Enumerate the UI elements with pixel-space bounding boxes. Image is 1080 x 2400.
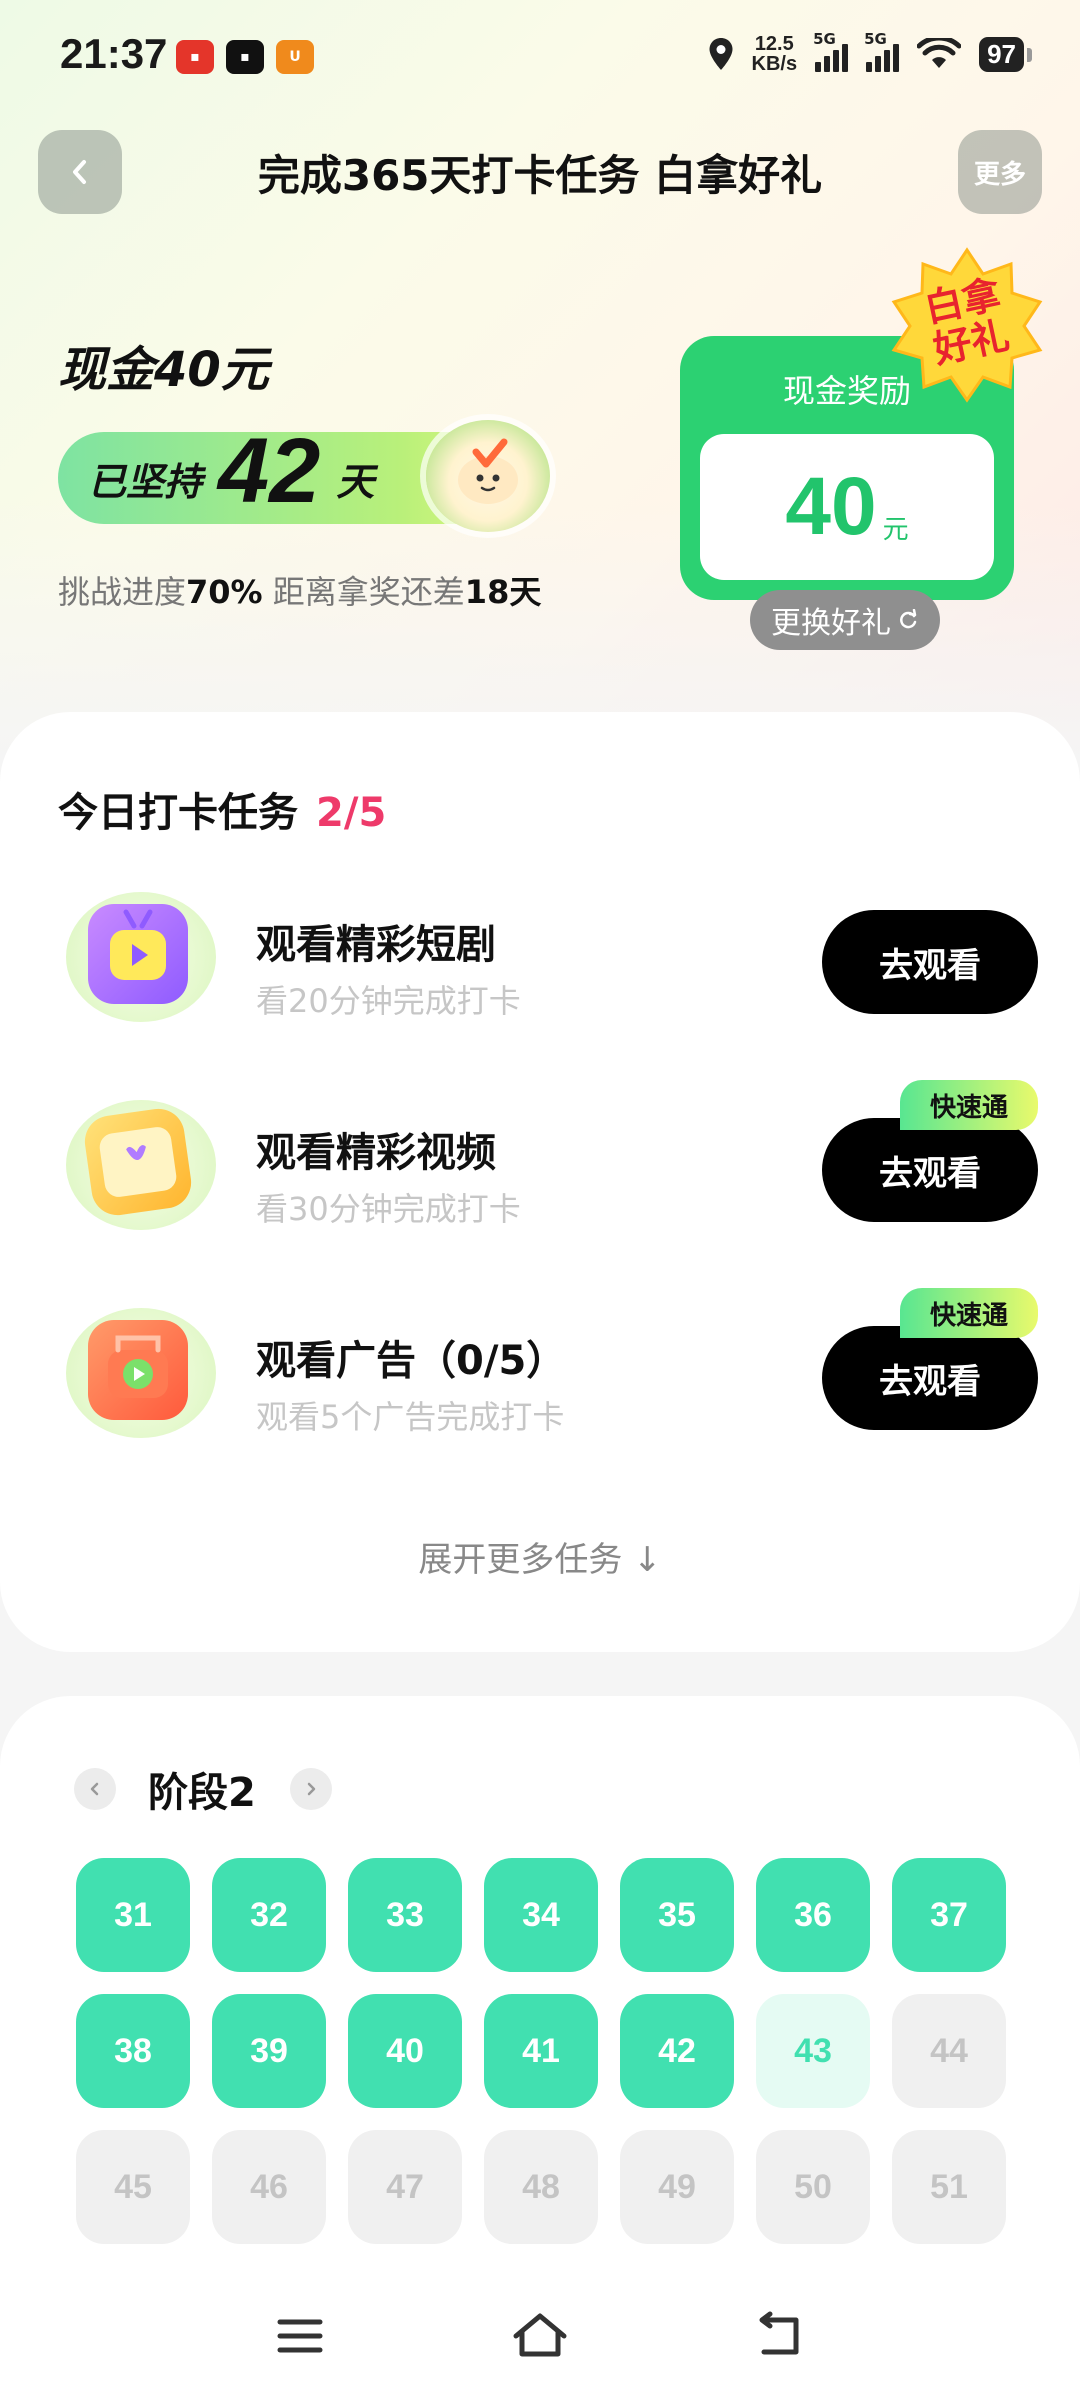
tasks-header: 今日打卡任务 2/5	[58, 780, 386, 838]
fast-pass-tag: 快速通	[900, 1288, 1038, 1338]
task-title: 观看精彩短剧	[256, 922, 496, 968]
signal-label: 5G	[864, 30, 887, 48]
cash-prize-title: 现金40元	[58, 342, 269, 398]
day-cell-future[interactable]: 51	[892, 2130, 1006, 2244]
expand-more-tasks[interactable]: 展开更多任务 ↓	[0, 1532, 1080, 1581]
fast-pass-tag: 快速通	[900, 1080, 1038, 1130]
network-speed-value: 12.5	[754, 33, 794, 55]
swap-gift-button[interactable]: 更换好礼	[750, 590, 940, 650]
task-row: 观看精彩短剧 看20分钟完成打卡 去观看	[0, 872, 1080, 1052]
task-subtitle: 看30分钟完成打卡	[256, 1190, 521, 1228]
stage-next-button[interactable]	[289, 1768, 332, 1810]
network-speed: 12.5 KB/s	[752, 34, 798, 74]
day-cell-done[interactable]: 33	[348, 1858, 462, 1972]
swap-gift-label: 更换好礼	[771, 606, 891, 641]
app-notification-icon: ▪	[226, 40, 264, 74]
stage-header: 阶段2	[74, 1760, 332, 1818]
day-cell-done[interactable]: 38	[76, 1994, 190, 2108]
day-cell-done[interactable]: 40	[348, 1994, 462, 2108]
progress-prefix: 挑战进度	[58, 573, 187, 611]
day-cell-future[interactable]: 45	[76, 2130, 190, 2244]
day-cell-future[interactable]: 50	[756, 2130, 870, 2244]
signal-label: 5G	[813, 30, 836, 48]
app-notification-icon: U	[276, 40, 314, 74]
more-button[interactable]: 更多	[958, 130, 1042, 214]
status-notification-apps: ▪ ▪ U	[176, 40, 314, 74]
day-cell-done[interactable]: 37	[892, 1858, 1006, 1972]
progress-mid: 距离拿奖还差	[262, 573, 465, 611]
stage-calendar-card: 阶段2 31 32 33 34 35 36 37 38 39 40 41 42 43 44 45 46 47 48…	[0, 1696, 1080, 2316]
location-icon	[709, 38, 732, 70]
reward-unit: 元	[882, 514, 909, 545]
ad-icon	[66, 1308, 216, 1438]
app-notification-icon: ▪	[176, 40, 214, 74]
day-cell-done[interactable]: 31	[76, 1858, 190, 1972]
refresh-icon	[900, 609, 917, 629]
chevron-left-icon	[90, 1782, 99, 1796]
signal-icon: 5G	[864, 30, 900, 72]
task-row: 观看精彩视频 看30分钟完成打卡 去观看 快速通	[0, 1080, 1080, 1260]
wifi-icon	[917, 38, 962, 68]
tv-icon	[66, 892, 216, 1022]
day-cell-today[interactable]: 43	[756, 1994, 870, 2108]
remaining-days: 18天	[464, 573, 542, 611]
reward-amount: 40	[785, 461, 877, 552]
day-cell-future[interactable]: 48	[484, 2130, 598, 2244]
watch-button[interactable]: 去观看	[822, 910, 1038, 1014]
reward-amount-box: 40 元	[700, 434, 994, 580]
watch-button[interactable]: 去观看	[822, 1118, 1038, 1222]
status-bar: 21:37 ▪ ▪ U 12.5 KB/s 5G 5G 97	[0, 0, 1080, 120]
signal-icon: 5G	[813, 30, 849, 72]
day-cell-future[interactable]: 49	[620, 2130, 734, 2244]
daily-tasks-card: 今日打卡任务 2/5 观看精彩短剧 看20分钟完成打卡 去观看 观看精彩视频 看…	[0, 712, 1080, 1652]
watch-button[interactable]: 去观看	[822, 1326, 1038, 1430]
day-cell-future[interactable]: 46	[212, 2130, 326, 2244]
day-cell-done[interactable]: 42	[620, 1994, 734, 2108]
task-subtitle: 看20分钟完成打卡	[256, 982, 521, 1020]
day-cell-done[interactable]: 35	[620, 1858, 734, 1972]
mascot-icon	[426, 420, 550, 532]
streak-suffix: 天	[336, 459, 375, 504]
network-speed-unit: KB/s	[751, 53, 798, 75]
day-grid: 31 32 33 34 35 36 37 38 39 40 41 42 43 44 45 46 47 48 49 50…	[76, 1858, 1006, 2244]
menu-icon[interactable]	[270, 2310, 330, 2362]
day-cell-done[interactable]: 32	[212, 1858, 326, 1972]
task-row: 观看广告（0/5） 观看5个广告完成打卡 去观看 快速通	[0, 1288, 1080, 1468]
tasks-count: 2/5	[316, 790, 387, 836]
stage-prev-button[interactable]	[74, 1768, 116, 1810]
tasks-header-title: 今日打卡任务	[58, 790, 298, 836]
streak-days: 42	[218, 419, 321, 522]
stage-title: 阶段2	[148, 1770, 256, 1816]
day-cell-done[interactable]: 41	[484, 1994, 598, 2108]
streak-prefix: 已坚持	[88, 459, 203, 504]
challenge-progress: 挑战进度70% 距离拿奖还差18天	[58, 567, 541, 613]
back-icon[interactable]	[750, 2310, 810, 2362]
home-icon[interactable]	[510, 2310, 570, 2362]
free-gift-badge: 白拿 好礼	[888, 246, 1046, 404]
video-icon	[66, 1100, 216, 1230]
page-title: 完成365天打卡任务 白拿好礼	[257, 151, 823, 200]
day-cell-done[interactable]: 36	[756, 1858, 870, 1972]
status-indicators: 12.5 KB/s 5G 5G 97	[708, 30, 1032, 74]
day-cell-done[interactable]: 34	[484, 1858, 598, 1972]
task-title: 观看广告（0/5）	[256, 1338, 567, 1384]
battery-indicator: 97	[979, 36, 1032, 72]
status-time: 21:37	[60, 30, 168, 77]
progress-percent: 70%	[186, 573, 263, 611]
day-cell-done[interactable]: 39	[212, 1994, 326, 2108]
day-cell-future[interactable]: 47	[348, 2130, 462, 2244]
task-title: 观看精彩视频	[256, 1130, 496, 1176]
day-cell-future[interactable]: 44	[892, 1994, 1006, 2108]
task-subtitle: 观看5个广告完成打卡	[256, 1398, 565, 1436]
chevron-right-icon	[307, 1782, 316, 1796]
system-navigation-bar	[0, 2272, 1080, 2400]
